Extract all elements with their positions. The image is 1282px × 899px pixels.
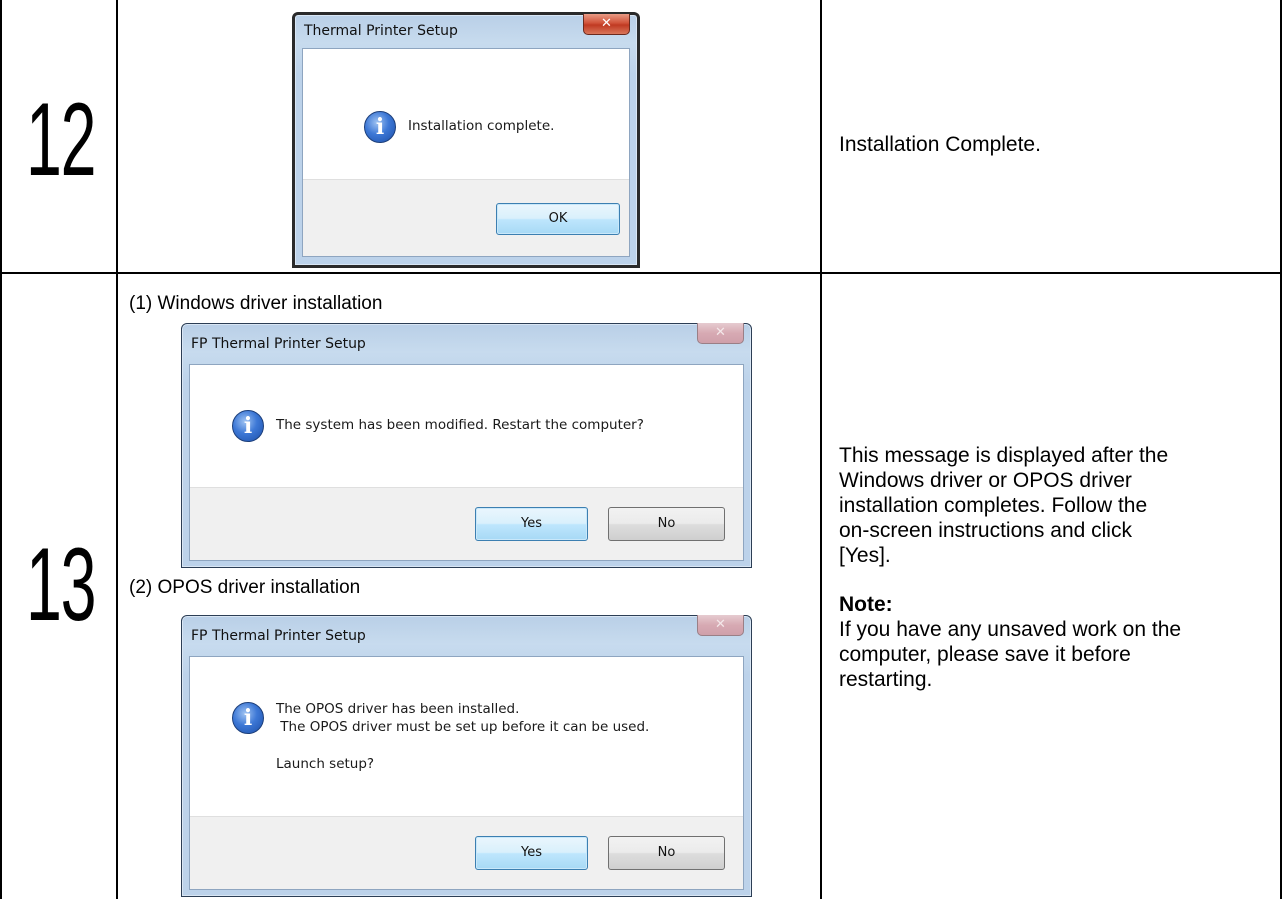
dialog-body: The system has been modified. Restart th… bbox=[189, 364, 744, 561]
table-border-left bbox=[0, 0, 2, 899]
dialog-body: The OPOS driver has been installed. The … bbox=[189, 656, 744, 890]
dialog-message: Installation complete. bbox=[408, 118, 555, 134]
dialog-title: Thermal Printer Setup bbox=[304, 23, 458, 39]
dialog-message-line-3: Launch setup? bbox=[276, 756, 375, 772]
info-icon bbox=[232, 702, 264, 734]
note-line: computer, please save it before bbox=[839, 643, 1131, 666]
close-icon[interactable]: ✕ bbox=[583, 14, 630, 35]
dialog-message: The system has been modified. Restart th… bbox=[276, 417, 644, 433]
dialog-body: Installation complete. OK bbox=[302, 48, 630, 257]
yes-button[interactable]: Yes bbox=[475, 836, 588, 870]
restart-dialog: FP Thermal Printer Setup ✕ The system ha… bbox=[181, 323, 752, 568]
description-line: This message is displayed after the bbox=[839, 444, 1169, 467]
opos-setup-dialog: FP Thermal Printer Setup ✕ The OPOS driv… bbox=[181, 615, 752, 897]
description-line: Windows driver or OPOS driver bbox=[839, 469, 1132, 492]
table-divider-col1 bbox=[116, 0, 118, 899]
caption-opos-driver: (2) OPOS driver installation bbox=[129, 577, 361, 598]
caption-windows-driver: (1) Windows driver installation bbox=[129, 293, 383, 314]
dialog-footer: OK bbox=[303, 179, 629, 256]
table-row-divider bbox=[0, 272, 1282, 274]
step-12-description: Installation Complete. bbox=[839, 133, 1041, 156]
installation-complete-dialog: Thermal Printer Setup ✕ Installation com… bbox=[292, 12, 640, 268]
note-line: If you have any unsaved work on the bbox=[839, 618, 1182, 641]
dialog-title: FP Thermal Printer Setup bbox=[191, 628, 366, 644]
note-line: restarting. bbox=[839, 668, 933, 691]
step-number-13: 13 bbox=[26, 527, 96, 643]
note-heading: Note: bbox=[839, 593, 893, 616]
dialog-footer: Yes No bbox=[190, 487, 743, 560]
table-divider-col2 bbox=[820, 0, 822, 899]
info-icon bbox=[364, 111, 396, 143]
close-icon[interactable]: ✕ bbox=[697, 323, 744, 344]
dialog-message-line-1: The OPOS driver has been installed. bbox=[276, 701, 520, 717]
ok-button[interactable]: OK bbox=[496, 203, 620, 235]
yes-button[interactable]: Yes bbox=[475, 507, 588, 541]
dialog-title: FP Thermal Printer Setup bbox=[191, 336, 366, 352]
description-line: [Yes]. bbox=[839, 544, 891, 567]
no-button[interactable]: No bbox=[608, 836, 725, 870]
close-icon[interactable]: ✕ bbox=[697, 615, 744, 636]
no-button[interactable]: No bbox=[608, 507, 725, 541]
step-number-12: 12 bbox=[26, 82, 96, 198]
dialog-message-line-2: The OPOS driver must be set up before it… bbox=[276, 719, 650, 735]
description-line: on-screen instructions and click bbox=[839, 519, 1132, 542]
step-13-description: This message is displayed after the Wind… bbox=[839, 443, 1269, 692]
info-icon bbox=[232, 410, 264, 442]
description-line: installation completes. Follow the bbox=[839, 494, 1148, 517]
dialog-footer: Yes No bbox=[190, 816, 743, 889]
